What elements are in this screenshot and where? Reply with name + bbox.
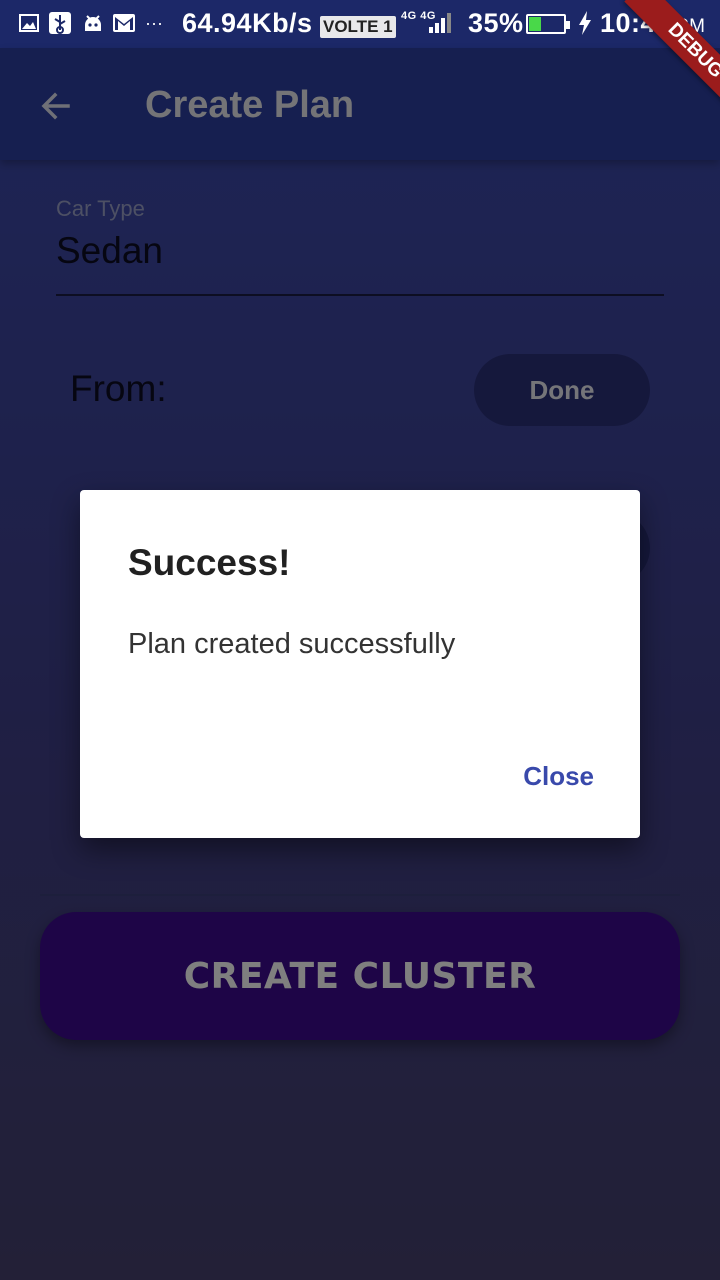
- battery-icon: [526, 14, 570, 34]
- gmail-icon: [112, 12, 136, 34]
- battery-percent: 35%: [468, 8, 524, 38]
- dialog-title: Success!: [128, 542, 291, 583]
- battery-level: [529, 17, 541, 31]
- gallery-icon: [18, 12, 40, 34]
- network-speed: 64.94Kb/s: [182, 8, 313, 38]
- volte-badge: VOLTE 1: [320, 16, 396, 38]
- close-button[interactable]: Close: [505, 748, 612, 804]
- android-debug-icon: [82, 12, 104, 34]
- usb-icon: [48, 12, 72, 34]
- debug-banner: DEBUG: [590, 0, 720, 130]
- success-dialog: Success! Plan created successfully Close: [80, 490, 640, 838]
- signal-icon: [428, 12, 452, 34]
- debug-ribbon: DEBUG: [624, 0, 720, 122]
- dialog-message: Plan created successfully: [128, 628, 456, 660]
- more-notifications-icon: ···: [145, 12, 163, 33]
